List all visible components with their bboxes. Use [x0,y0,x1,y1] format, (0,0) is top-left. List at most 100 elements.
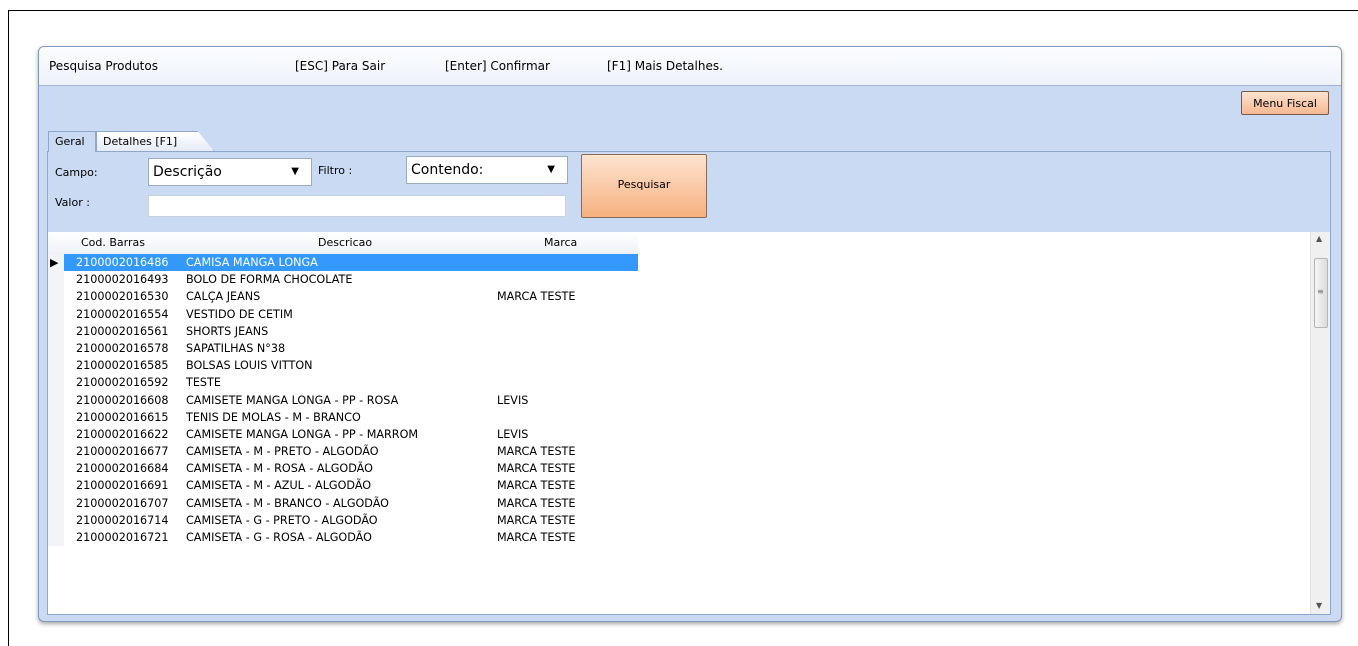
cell-cod-barras: 2100002016684 [76,462,169,476]
row-indicator[interactable] [48,322,64,340]
cell-cod-barras: 2100002016554 [76,307,169,321]
row-indicator[interactable] [48,425,64,444]
cell-marca: MARCA TESTE [497,445,576,459]
cell-descricao: CAMISETE MANGA LONGA - PP - MARROM [186,427,419,441]
pesquisar-button[interactable]: Pesquisar [581,154,707,218]
row-indicator[interactable] [48,529,64,547]
row-indicator[interactable] [48,494,64,512]
cell-descricao: CAMISETE MANGA LONGA - PP - ROSA [186,393,399,407]
cell-cod-barras: 2100002016486 [76,256,169,269]
cell-descricao: CAMISETA - M - BRANCO - ALGODÃO [186,496,389,510]
products-grid: Cod. Barras Descricao Marca ▶ 21000020164… [48,232,1330,614]
valor-label: Valor : [55,196,90,209]
table-row[interactable]: 2100002016592 TESTE [48,374,638,392]
table-row[interactable]: 2100002016554 VESTIDO DE CETIM [48,305,638,323]
table-row[interactable]: 2100002016691 CAMISETA - M - AZUL - ALGOD… [48,477,638,495]
table-row[interactable]: 2100002016707 CAMISETA - M - BRANCO - ALG… [48,494,638,512]
table-row[interactable]: 2100002016677 CAMISETA - M - PRETO - ALGO… [48,443,638,461]
grid-rows: ▶ 2100002016486 CAMISA MANGA LONGA 21000020… [48,254,638,547]
scroll-down-icon[interactable]: ▼ [1316,601,1322,610]
cell-descricao: VESTIDO DE CETIM [186,307,293,321]
table-row[interactable]: 2100002016585 BOLSAS LOUIS VITTON [48,357,638,375]
cell-descricao: CALÇA JEANS [186,290,261,304]
row-indicator[interactable] [48,460,64,478]
row-indicator[interactable] [48,271,64,289]
table-row[interactable]: 2100002016615 TENIS DE MOLAS - M - BRANCO [48,408,638,426]
scroll-thumb[interactable]: ≡ [1314,258,1328,328]
cell-descricao: SAPATILHAS N°38 [186,341,286,355]
cell-marca: MARCA TESTE [497,479,576,493]
row-indicator[interactable] [48,443,64,461]
table-row[interactable]: 2100002016714 CAMISETA - G - PRETO - ALGO… [48,511,638,529]
cell-marca: LEVIS [497,393,529,407]
cell-cod-barras: 2100002016578 [76,341,169,355]
table-row[interactable]: 2100002016493 BOLO DE FORMA CHOCOLATE [48,271,638,289]
cell-descricao: BOLO DE FORMA CHOCOLATE [186,273,353,287]
cell-descricao: CAMISA MANGA LONGA [186,256,318,269]
menu-fiscal-button[interactable]: Menu Fiscal [1241,91,1329,115]
grip-icon: ≡ [1317,287,1324,296]
row-indicator[interactable] [48,374,64,392]
valor-input[interactable] [148,195,566,217]
row-indicator[interactable] [48,477,64,495]
cell-cod-barras: 2100002016707 [76,496,169,510]
hint-f1: [F1] Mais Detalhes. [607,59,723,73]
vertical-scrollbar[interactable]: ▲ ≡ ▼ [1310,232,1330,614]
cell-descricao: TENIS DE MOLAS - M - BRANCO [186,410,361,424]
cell-descricao: BOLSAS LOUIS VITTON [186,359,313,373]
column-header-cod-barras[interactable]: Cod. Barras [81,236,145,249]
tab-detalhes[interactable]: Detalhes [F1] [96,131,214,151]
campo-select-value: Descrição [153,164,222,180]
row-indicator[interactable] [48,305,64,323]
campo-label: Campo: [55,166,98,179]
cell-cod-barras: 2100002016493 [76,273,169,287]
row-indicator[interactable] [48,288,64,306]
row-indicator[interactable] [48,339,64,358]
table-row[interactable]: 2100002016608 CAMISETE MANGA LONGA - PP -… [48,391,638,409]
cell-marca: MARCA TESTE [497,462,576,476]
cell-marca: MARCA TESTE [497,531,576,544]
table-row[interactable]: 2100002016684 CAMISETA - M - ROSA - ALGOD… [48,460,638,478]
cell-descricao: CAMISETA - G - PRETO - ALGODÃO [186,513,378,527]
window-title: Pesquisa Produtos [49,59,158,73]
pesquisa-produtos-window: Pesquisa Produtos [ESC] Para Sair [Enter… [38,46,1342,622]
table-row[interactable]: ▶ 2100002016486 CAMISA MANGA LONGA [48,254,638,272]
row-indicator[interactable] [48,391,64,409]
table-row[interactable]: 2100002016530 CALÇA JEANS MARCA TESTE [48,288,638,306]
cell-cod-barras: 2100002016691 [76,479,169,493]
cell-cod-barras: 2100002016615 [76,410,169,424]
cell-cod-barras: 2100002016585 [76,359,169,373]
scroll-up-icon[interactable]: ▲ [1316,234,1322,243]
cell-descricao: CAMISETA - M - AZUL - ALGODÃO [186,479,372,493]
filtro-select-value: Contendo: [411,162,484,178]
table-row[interactable]: 2100002016561 SHORTS JEANS [48,322,638,340]
campo-select[interactable]: Descrição ▼ [148,158,312,186]
tab-geral[interactable]: Geral [48,131,96,152]
current-row-pointer-icon: ▶ [50,256,59,269]
table-row[interactable]: 2100002016578 SAPATILHAS N°38 [48,339,638,358]
row-indicator[interactable] [48,408,64,426]
column-header-marca[interactable]: Marca [544,236,577,249]
cell-descricao: CAMISETA - M - ROSA - ALGODÃO [186,462,373,476]
chevron-down-icon: ▼ [547,164,555,175]
hint-esc: [ESC] Para Sair [295,59,386,73]
cell-marca: MARCA TESTE [497,496,576,510]
table-row[interactable]: 2100002016721 CAMISETA - G - ROSA - ALGOD… [48,529,638,547]
title-bar: Pesquisa Produtos [ESC] Para Sair [Enter… [39,47,1341,86]
frame-border-top [8,10,1358,11]
row-indicator[interactable] [48,357,64,375]
table-row[interactable]: 2100002016622 CAMISETE MANGA LONGA - PP -… [48,425,638,444]
filtro-label: Filtro : [318,164,353,177]
tab-panel-geral: Campo: Descrição ▼ Filtro : Contendo: ▼ … [47,151,1331,615]
filtro-select[interactable]: Contendo: ▼ [406,156,568,184]
cell-descricao: SHORTS JEANS [186,324,269,338]
column-header-descricao[interactable]: Descricao [318,236,372,249]
cell-marca: MARCA TESTE [497,290,576,304]
cell-descricao: CAMISETA - G - ROSA - ALGODÃO [186,531,372,544]
cell-descricao: CAMISETA - M - PRETO - ALGODÃO [186,445,379,459]
cell-cod-barras: 2100002016608 [76,393,169,407]
chevron-down-icon: ▼ [291,166,299,177]
cell-cod-barras: 2100002016622 [76,427,169,441]
grid-header: Cod. Barras Descricao Marca [48,232,638,255]
row-indicator[interactable] [48,511,64,529]
